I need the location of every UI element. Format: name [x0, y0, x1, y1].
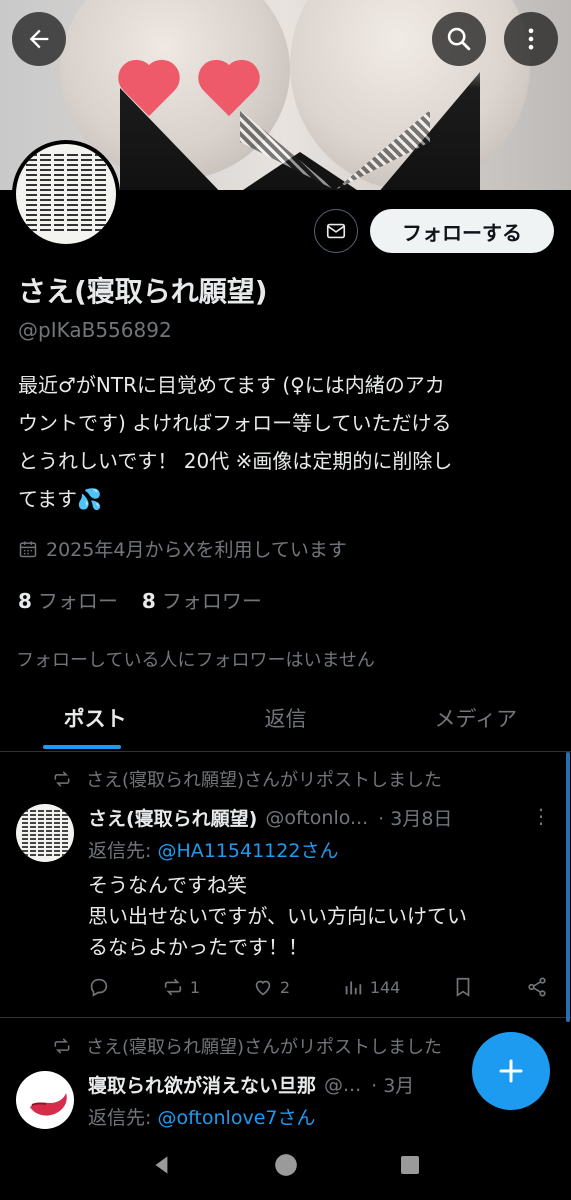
reply-to-prefix: 返信先: [88, 1107, 158, 1129]
following-count: 8 [18, 589, 32, 613]
post-actions: 1 2 144 [88, 976, 548, 998]
post-author-name[interactable]: 寝取られ欲が消えない旦那 [88, 1071, 316, 1098]
plus-icon [499, 1059, 523, 1083]
repost-button[interactable]: 1 [162, 976, 200, 998]
post-author-avatar[interactable] [16, 804, 74, 862]
post-item[interactable]: さえ(寝取られ願望)さんがリポストしました さえ(寝取られ願望) @oftonl… [0, 752, 571, 1018]
more-button[interactable] [504, 12, 558, 66]
bio-line: 最近♂がNTRに目覚めてます (♀には内緒のアカ [18, 373, 445, 397]
post-date[interactable]: · 3月8日 [378, 804, 452, 831]
bookmark-button[interactable] [452, 976, 474, 998]
avatar-image [30, 1093, 67, 1116]
heart-icon [255, 980, 271, 996]
scrollbar[interactable] [566, 752, 570, 1022]
follow-button[interactable]: フォローする [370, 209, 554, 253]
followers-count: 8 [141, 589, 156, 613]
following-label: フォロー [37, 589, 118, 613]
reply-to-line: 返信先: @oftonlove7さん [88, 1103, 315, 1130]
bio-line: ウントです) よければフォロー等していただける [18, 411, 452, 435]
following-link[interactable]: 8 フォロー [18, 585, 118, 614]
repost-note-text: さえ(寝取られ願望)さんがリポストしました [86, 770, 443, 791]
post-author-avatar[interactable] [16, 1071, 74, 1129]
share-button[interactable] [526, 976, 548, 998]
active-tab-indicator [43, 745, 122, 749]
reply-icon [90, 978, 108, 997]
joined-date: 2025年4月からXを利用しています [18, 535, 347, 562]
tab-posts[interactable]: ポスト [0, 690, 190, 751]
tab-media[interactable]: メディア [381, 690, 571, 751]
tab-label: メディア [434, 707, 518, 731]
views-chart-icon [345, 981, 362, 995]
like-button[interactable]: 2 [252, 976, 290, 998]
system-navigation-bar [0, 1130, 571, 1200]
profile-name: さえ(寝取られ願望) [18, 275, 268, 308]
reply-to-handle[interactable]: @oftonlove7さん [157, 1107, 315, 1129]
back-button[interactable] [12, 12, 66, 66]
search-button[interactable] [432, 12, 486, 66]
tab-label: 返信 [264, 707, 307, 731]
share-icon [528, 977, 546, 997]
post-author-handle[interactable]: @... [324, 1074, 361, 1096]
reply-to-line: 返信先: @HA11541122さん [88, 836, 338, 863]
post-author-handle[interactable]: @oftonlo... [265, 807, 368, 829]
followers-label: フォロワー [161, 589, 262, 613]
message-button[interactable] [314, 209, 358, 253]
post-header: さえ(寝取られ願望) @oftonlo... · 3月8日 [88, 804, 452, 831]
tab-label: ポスト [63, 707, 127, 731]
follow-counts: 8 フォロー 8 フォロワー [18, 585, 262, 614]
calendar-icon [19, 541, 37, 557]
profile-tabs: ポスト 返信 メディア [0, 690, 571, 752]
compose-post-button[interactable] [472, 1032, 550, 1110]
system-home-icon[interactable] [273, 1152, 299, 1178]
repost-icon [54, 1038, 70, 1054]
post-more-icon[interactable]: ⋮ [531, 804, 551, 828]
mail-icon [326, 223, 346, 239]
post-date[interactable]: · 3月 [371, 1071, 414, 1098]
mutual-followers-note: フォローしている人にフォロワーはいません [16, 650, 375, 671]
system-back-icon[interactable] [149, 1152, 175, 1178]
bio-line: てます💦 [18, 487, 102, 511]
reply-to-prefix: 返信先: [88, 840, 158, 862]
bio-line: とうれしいです！ 20代 ※画像は定期的に削除し [18, 449, 453, 473]
repost-icon [164, 978, 181, 996]
more-vertical-icon [528, 28, 534, 50]
search-icon [447, 27, 471, 51]
view-count: 144 [369, 977, 401, 997]
reply-to-handle[interactable]: @HA11541122さん [157, 840, 338, 862]
heart-sticker-icon [118, 62, 180, 118]
reply-button[interactable] [88, 976, 110, 998]
post-text: そうなんですね笑 思い出せないですが、いい方向にいけてい るならよかったです！！ [88, 873, 467, 959]
avatar-image [26, 154, 106, 234]
tab-replies[interactable]: 返信 [190, 690, 380, 751]
repost-icon [54, 771, 70, 787]
post-header: 寝取られ欲が消えない旦那 @... · 3月 [88, 1071, 414, 1098]
repost-count: 1 [189, 977, 200, 997]
like-count: 2 [279, 977, 290, 997]
joined-text: 2025年4月からXを利用しています [46, 539, 347, 561]
post-author-name[interactable]: さえ(寝取られ願望) [88, 804, 257, 831]
repost-note: さえ(寝取られ願望)さんがリポストしました [52, 1033, 442, 1059]
profile-avatar[interactable] [12, 140, 120, 248]
bookmark-icon [456, 977, 470, 997]
repost-note: さえ(寝取られ願望)さんがリポストしました [52, 766, 442, 792]
profile-bio: 最近♂がNTRに目覚めてます (♀には内緒のアカ ウントです) よければフォロー… [18, 366, 558, 518]
arrow-left-icon [29, 29, 49, 49]
profile-handle: @pIKaB556892 [18, 318, 172, 342]
views-button[interactable]: 144 [342, 976, 401, 998]
heart-sticker-icon [198, 62, 260, 118]
followers-link[interactable]: 8 フォロワー [142, 585, 262, 614]
system-recents-icon[interactable] [398, 1153, 422, 1177]
repost-note-text: さえ(寝取られ願望)さんがリポストしました [86, 1037, 443, 1058]
